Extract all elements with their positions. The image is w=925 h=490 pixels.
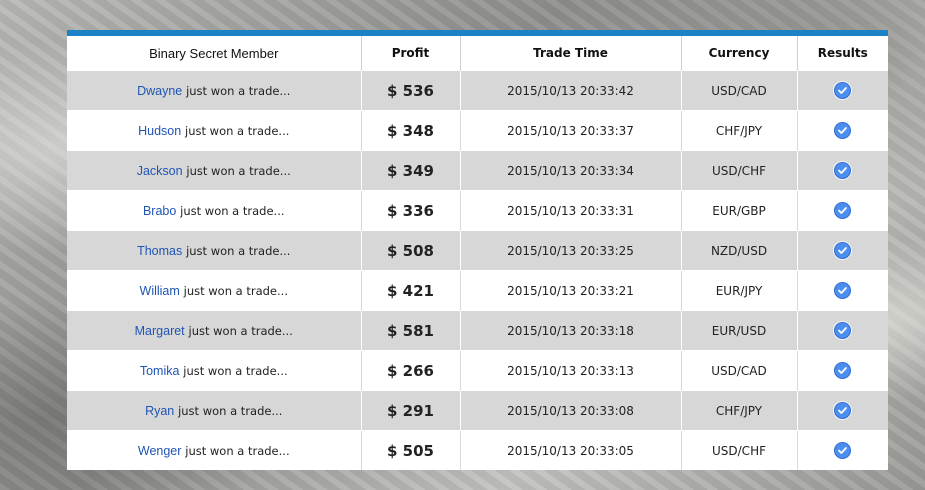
currency-cell: CHF/JPY (681, 110, 798, 151)
member-name[interactable]: Margaret (135, 324, 185, 338)
table-row: Jackson just won a trade... $ 349 2015/1… (67, 150, 888, 191)
table-row: Brabo just won a trade... $ 336 2015/10/… (67, 190, 888, 231)
currency-cell: EUR/JPY (681, 270, 798, 311)
table-row: Tomika just won a trade... $ 266 2015/10… (67, 350, 888, 391)
check-circle-icon (834, 402, 852, 419)
member-name[interactable]: Tomika (140, 364, 180, 378)
member-cell: Ryan just won a trade... (67, 390, 362, 431)
table-header-row: Binary Secret Member Profit Trade Time C… (67, 36, 888, 71)
table-row: William just won a trade... $ 421 2015/1… (67, 270, 888, 311)
table-row: Ryan just won a trade... $ 291 2015/10/1… (67, 390, 888, 431)
trade-time-cell: 2015/10/13 20:33:21 (460, 270, 682, 311)
currency-cell: USD/CHF (681, 150, 798, 191)
member-cell: Dwayne just won a trade... (67, 70, 362, 111)
profit-cell: $ 336 (361, 190, 461, 231)
won-text: just won a trade... (186, 243, 291, 258)
winners-table: Binary Secret Member Profit Trade Time C… (67, 36, 888, 470)
trade-time-cell: 2015/10/13 20:33:13 (460, 350, 682, 391)
result-cell (797, 230, 888, 271)
profit-cell: $ 266 (361, 350, 461, 391)
check-circle-icon (834, 322, 852, 339)
check-circle-icon (834, 202, 852, 219)
won-text: just won a trade... (180, 203, 285, 218)
currency-cell: NZD/USD (681, 230, 798, 271)
table-row: Margaret just won a trade... $ 581 2015/… (67, 310, 888, 351)
header-trade-time: Trade Time (460, 36, 682, 71)
member-name[interactable]: William (140, 284, 180, 298)
won-text: just won a trade... (188, 323, 293, 338)
currency-cell: CHF/JPY (681, 390, 798, 431)
check-circle-icon (834, 442, 852, 459)
result-cell (797, 430, 888, 470)
trade-time-cell: 2015/10/13 20:33:34 (460, 150, 682, 191)
profit-cell: $ 536 (361, 70, 461, 111)
header-results: Results (797, 36, 888, 71)
member-name[interactable]: Wenger (138, 444, 182, 458)
currency-cell: USD/CAD (681, 70, 798, 111)
member-cell: Wenger just won a trade... (67, 430, 362, 470)
member-cell: Tomika just won a trade... (67, 350, 362, 391)
currency-cell: EUR/USD (681, 310, 798, 351)
profit-cell: $ 508 (361, 230, 461, 271)
won-text: just won a trade... (183, 283, 288, 298)
check-circle-icon (834, 282, 852, 299)
member-cell: Hudson just won a trade... (67, 110, 362, 151)
trade-time-cell: 2015/10/13 20:33:42 (460, 70, 682, 111)
table-row: Hudson just won a trade... $ 348 2015/10… (67, 110, 888, 151)
table-row: Wenger just won a trade... $ 505 2015/10… (67, 430, 888, 470)
won-text: just won a trade... (183, 363, 288, 378)
member-name[interactable]: Brabo (143, 204, 176, 218)
member-cell: William just won a trade... (67, 270, 362, 311)
table-row: Thomas just won a trade... $ 508 2015/10… (67, 230, 888, 271)
result-cell (797, 190, 888, 231)
check-circle-icon (834, 242, 852, 259)
header-member: Binary Secret Member (67, 36, 362, 71)
profit-cell: $ 348 (361, 110, 461, 151)
won-text: just won a trade... (178, 403, 283, 418)
member-name[interactable]: Dwayne (137, 84, 182, 98)
table-row: Dwayne just won a trade... $ 536 2015/10… (67, 70, 888, 111)
result-cell (797, 310, 888, 351)
won-text: just won a trade... (186, 83, 291, 98)
profit-cell: $ 291 (361, 390, 461, 431)
result-cell (797, 390, 888, 431)
trade-time-cell: 2015/10/13 20:33:18 (460, 310, 682, 351)
table-body: Dwayne just won a trade... $ 536 2015/10… (67, 70, 888, 470)
currency-cell: EUR/GBP (681, 190, 798, 231)
member-name[interactable]: Ryan (145, 404, 174, 418)
currency-cell: USD/CHF (681, 430, 798, 470)
member-cell: Thomas just won a trade... (67, 230, 362, 271)
member-name[interactable]: Hudson (138, 124, 181, 138)
member-cell: Margaret just won a trade... (67, 310, 362, 351)
profit-cell: $ 421 (361, 270, 461, 311)
check-circle-icon (834, 362, 852, 379)
result-cell (797, 70, 888, 111)
header-profit: Profit (361, 36, 461, 71)
currency-cell: USD/CAD (681, 350, 798, 391)
result-cell (797, 150, 888, 191)
trade-time-cell: 2015/10/13 20:33:05 (460, 430, 682, 470)
result-cell (797, 270, 888, 311)
result-cell (797, 350, 888, 391)
member-cell: Jackson just won a trade... (67, 150, 362, 191)
check-circle-icon (834, 162, 852, 179)
trade-time-cell: 2015/10/13 20:33:31 (460, 190, 682, 231)
trade-time-cell: 2015/10/13 20:33:08 (460, 390, 682, 431)
won-text: just won a trade... (186, 163, 291, 178)
member-name[interactable]: Thomas (137, 244, 182, 258)
member-cell: Brabo just won a trade... (67, 190, 362, 231)
winners-table-panel: Binary Secret Member Profit Trade Time C… (67, 30, 888, 470)
check-circle-icon (834, 122, 852, 139)
trade-time-cell: 2015/10/13 20:33:37 (460, 110, 682, 151)
check-circle-icon (834, 82, 852, 99)
won-text: just won a trade... (185, 443, 290, 458)
profit-cell: $ 581 (361, 310, 461, 351)
member-name[interactable]: Jackson (137, 164, 183, 178)
profit-cell: $ 505 (361, 430, 461, 470)
profit-cell: $ 349 (361, 150, 461, 191)
trade-time-cell: 2015/10/13 20:33:25 (460, 230, 682, 271)
result-cell (797, 110, 888, 151)
won-text: just won a trade... (185, 123, 290, 138)
header-currency: Currency (681, 36, 798, 71)
